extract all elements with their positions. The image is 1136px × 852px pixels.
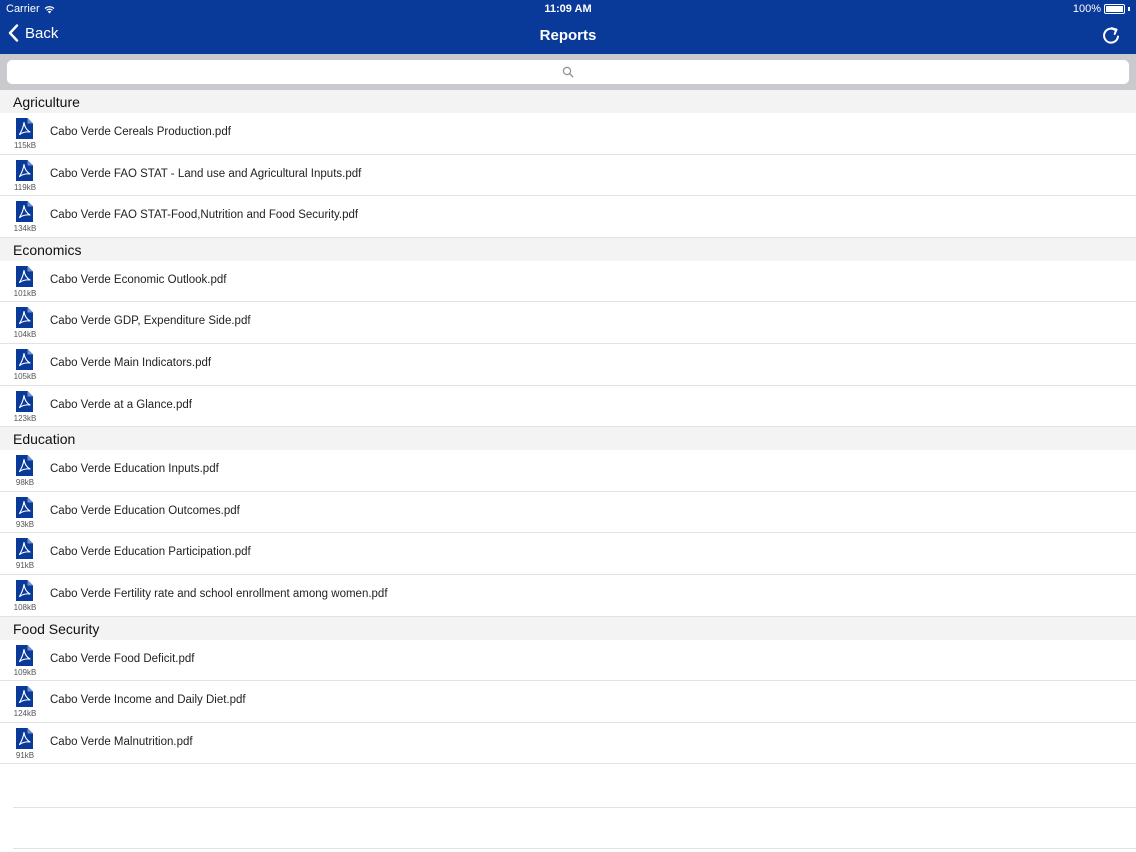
file-name: Cabo Verde Food Deficit.pdf bbox=[50, 652, 195, 665]
file-name: Cabo Verde Education Participation.pdf bbox=[50, 546, 251, 559]
report-row[interactable]: 134kB Cabo Verde FAO STAT-Food,Nutrition … bbox=[0, 196, 1136, 238]
empty-row-divider bbox=[13, 807, 1136, 808]
file-name: Cabo Verde Cereals Production.pdf bbox=[50, 126, 231, 138]
section-header: Food Security bbox=[0, 616, 1136, 640]
refresh-button[interactable] bbox=[1100, 25, 1122, 47]
file-size: 119kB bbox=[13, 182, 37, 192]
report-row[interactable]: 93kB Cabo Verde Education Outcomes.pdf bbox=[0, 491, 1136, 534]
file-name: Cabo Verde Income and Daily Diet.pdf bbox=[50, 694, 246, 707]
file-name: Cabo Verde at a Glance.pdf bbox=[50, 398, 192, 411]
file-name: Cabo Verde Fertility rate and school enr… bbox=[50, 587, 388, 600]
file-size: 93kB bbox=[15, 519, 35, 529]
file-size: 108kB bbox=[13, 602, 37, 612]
report-row[interactable]: 91kB Cabo Verde Education Participation.p… bbox=[0, 533, 1136, 575]
pdf-file-icon bbox=[16, 390, 33, 412]
section-header: Education bbox=[0, 427, 1136, 451]
pdf-file-icon bbox=[16, 538, 33, 560]
section-header: Economics bbox=[0, 237, 1136, 261]
report-row[interactable]: 105kB Cabo Verde Main Indicators.pdf bbox=[0, 343, 1136, 386]
pdf-file-icon bbox=[16, 348, 33, 370]
report-row[interactable]: 101kB Cabo Verde Economic Outlook.pdf bbox=[0, 260, 1136, 303]
file-name: Cabo Verde FAO STAT-Food,Nutrition and F… bbox=[50, 209, 359, 222]
battery-indicator: 100% bbox=[1073, 3, 1130, 15]
pdf-file-icon bbox=[16, 727, 33, 749]
file-size: 134kB bbox=[13, 224, 37, 234]
file-name: Cabo Verde Economic Outlook.pdf bbox=[50, 273, 227, 286]
report-row[interactable]: 91kB Cabo Verde Malnutrition.pdf bbox=[0, 722, 1136, 765]
pdf-file-icon bbox=[16, 644, 33, 666]
file-size: 124kB bbox=[13, 709, 37, 719]
status-bar: Carrier 11:09 AM 100% bbox=[0, 0, 1136, 18]
file-size: 101kB bbox=[13, 288, 37, 298]
pdf-file-icon bbox=[16, 455, 33, 477]
battery-percent: 100% bbox=[1072, 3, 1101, 15]
pdf-file-icon bbox=[16, 579, 33, 601]
empty-row-divider bbox=[13, 848, 1136, 849]
report-row[interactable]: 98kB Cabo Verde Education Inputs.pdf bbox=[0, 450, 1136, 492]
refresh-icon bbox=[1103, 27, 1119, 44]
file-size: 123kB bbox=[13, 413, 37, 423]
pdf-file-icon bbox=[16, 159, 33, 181]
report-row[interactable]: 119kB Cabo Verde FAO STAT - Land use and … bbox=[0, 154, 1136, 197]
file-name: Cabo Verde FAO STAT - Land use and Agric… bbox=[50, 167, 362, 180]
pdf-file-icon bbox=[16, 201, 33, 223]
report-row[interactable]: 108kB Cabo Verde Fertility rate and schoo… bbox=[0, 574, 1136, 617]
file-name: Cabo Verde Malnutrition.pdf bbox=[50, 735, 193, 748]
report-row[interactable]: 104kB Cabo Verde GDP, Expenditure Side.pd… bbox=[0, 302, 1136, 344]
search-input[interactable] bbox=[7, 60, 1129, 84]
pdf-file-icon bbox=[16, 118, 33, 139]
file-size: 104kB bbox=[13, 330, 37, 340]
file-size: 115kB bbox=[13, 141, 37, 150]
pdf-file-icon bbox=[16, 265, 33, 287]
file-size: 91kB bbox=[15, 750, 35, 760]
report-row[interactable]: 115kB Cabo Verde Cereals Production.pdf bbox=[0, 113, 1136, 155]
file-size: 109kB bbox=[13, 667, 37, 677]
pdf-file-icon bbox=[16, 496, 33, 518]
battery-icon bbox=[1104, 4, 1125, 14]
search-icon bbox=[562, 66, 574, 78]
reports-list: Agriculture 115kB Cabo Verde Cereals Produ… bbox=[0, 90, 1136, 765]
search-bar bbox=[0, 54, 1136, 90]
file-name: Cabo Verde Education Inputs.pdf bbox=[50, 463, 219, 476]
report-row[interactable]: 124kB Cabo Verde Income and Daily Diet.pd… bbox=[0, 681, 1136, 723]
file-size: 98kB bbox=[15, 478, 35, 488]
status-time: 11:09 AM bbox=[544, 3, 592, 15]
file-name: Cabo Verde Education Outcomes.pdf bbox=[50, 504, 240, 517]
page-title: Reports bbox=[539, 27, 597, 44]
file-name: Cabo Verde GDP, Expenditure Side.pdf bbox=[50, 315, 251, 328]
report-row[interactable]: 123kB Cabo Verde at a Glance.pdf bbox=[0, 385, 1136, 428]
top-bar: Carrier 11:09 AM 100% Back Reports bbox=[0, 0, 1136, 54]
file-size: 105kB bbox=[13, 371, 37, 381]
file-name: Cabo Verde Main Indicators.pdf bbox=[50, 356, 212, 369]
file-size: 91kB bbox=[15, 561, 35, 571]
navigation-bar: Back Reports bbox=[0, 18, 1136, 54]
pdf-file-icon bbox=[16, 307, 33, 329]
report-row[interactable]: 109kB Cabo Verde Food Deficit.pdf bbox=[0, 639, 1136, 682]
section-header: Agriculture bbox=[0, 90, 1136, 113]
pdf-file-icon bbox=[16, 686, 33, 708]
